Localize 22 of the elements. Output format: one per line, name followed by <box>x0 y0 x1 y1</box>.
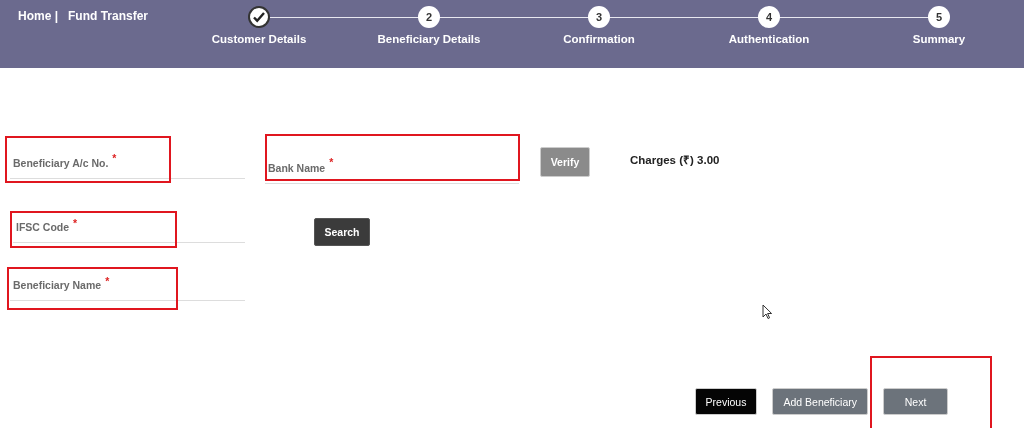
input-field[interactable]: IFSC Code * <box>13 213 245 243</box>
input-field[interactable]: Bank Name * <box>265 138 519 184</box>
step-label: Summary <box>912 33 966 45</box>
form-button[interactable]: Previous <box>694 388 758 415</box>
step-label: Beneficiary Details <box>377 33 481 45</box>
step-number: 2 <box>418 6 440 28</box>
step-number: 4 <box>758 6 780 28</box>
step-label: Confirmation <box>563 33 635 45</box>
form-button[interactable]: Next <box>883 388 948 415</box>
step-number: 5 <box>928 6 950 28</box>
charges-text: Charges (₹) 3.00 <box>630 154 720 166</box>
step-label: Customer Details <box>211 33 307 45</box>
search-button[interactable]: Search <box>314 218 370 246</box>
step-number: 3 <box>588 6 610 28</box>
cursor-icon <box>762 304 772 319</box>
input-field[interactable]: Beneficiary Name * <box>10 267 245 301</box>
input-field[interactable]: Beneficiary A/c No. * <box>10 138 245 179</box>
page-title: Fund Transfer <box>68 9 149 25</box>
verify-button[interactable]: Verify <box>540 147 590 177</box>
home-link[interactable]: Home | <box>18 9 59 68</box>
form-button[interactable]: Add Beneficiary <box>772 388 868 415</box>
step-label: Authentication <box>728 33 810 45</box>
